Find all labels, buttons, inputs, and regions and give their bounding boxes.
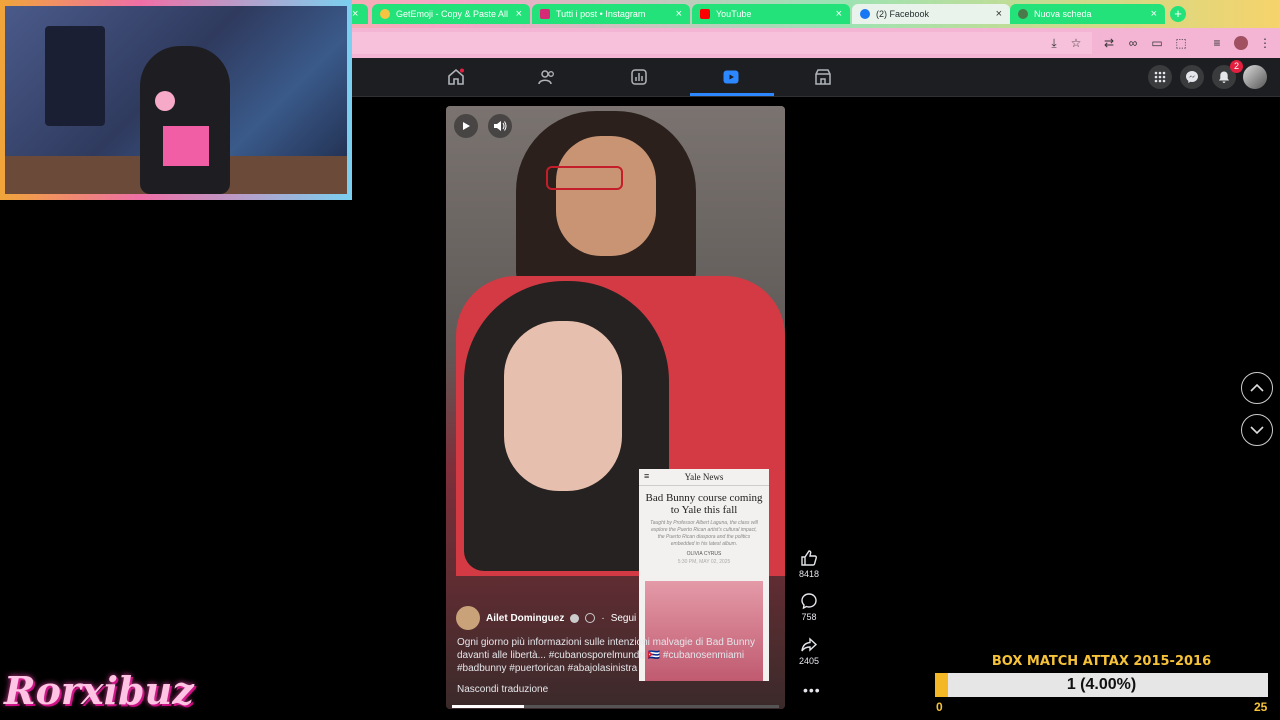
author-separator: · (601, 612, 605, 624)
more-options-icon[interactable]: ••• (803, 682, 821, 698)
reel-video[interactable]: ≡ Yale News Bad Bunny course coming to Y… (446, 106, 785, 709)
tab-facebook[interactable]: (2) Facebook × (852, 4, 1010, 24)
link-icon[interactable]: ∞ (1126, 36, 1140, 50)
youtube-favicon-icon (700, 9, 710, 19)
extension-icon[interactable]: ⬚ (1174, 36, 1188, 50)
tab-youtube[interactable]: YouTube × (692, 4, 850, 24)
news-masthead: Yale News (639, 469, 769, 486)
author-avatar[interactable] (456, 606, 480, 630)
tab-close-icon[interactable]: × (836, 8, 842, 20)
friends-icon[interactable] (538, 68, 556, 86)
chevron-down-icon (1250, 426, 1264, 435)
media-controls-icon[interactable]: ≡ (1210, 36, 1224, 50)
box-tracker-label: 1 (4.00%) (1066, 676, 1137, 693)
video-progress-bar[interactable] (452, 705, 779, 708)
author-name[interactable]: Ailet Dominguez (486, 613, 564, 624)
tab-getemoji[interactable]: GetEmoji - Copy & Paste All × (372, 4, 530, 24)
wall-poster (45, 26, 105, 126)
tab-label: GetEmoji - Copy & Paste All (396, 9, 509, 19)
profile-avatar[interactable] (1234, 36, 1248, 50)
grid-icon (1154, 71, 1166, 83)
tab-label: Nuova scheda (1034, 9, 1092, 19)
tab-label: Tutti i post • Instagram (556, 9, 646, 19)
active-tab-indicator (690, 93, 774, 96)
translate-icon[interactable]: ⇄ (1102, 36, 1116, 50)
news-date: 5:30 PM, MAY 02, 2025 (677, 559, 731, 565)
comment-button[interactable]: 758 (792, 592, 826, 622)
reel-caption: Ogni giorno più informazioni sulle inten… (457, 637, 755, 674)
facebook-favicon-icon (860, 9, 870, 19)
account-avatar[interactable] (1243, 65, 1267, 89)
bookmark-star-icon[interactable]: ☆ (1069, 36, 1083, 50)
next-reel-button[interactable] (1241, 414, 1273, 446)
person-face (556, 136, 656, 256)
box-tracker-min: 0 (936, 700, 943, 714)
video-progress-fill (452, 705, 524, 708)
apps-menu-button[interactable] (1148, 65, 1172, 89)
thumbs-up-icon (801, 550, 817, 566)
glasses-icon (546, 166, 623, 190)
install-icon[interactable]: ⤓ (1047, 36, 1061, 50)
box-tracker-max: 25 (1254, 700, 1268, 714)
webcam-overlay-frame (0, 0, 352, 200)
comment-icon (801, 593, 817, 610)
box-tracker-bar: 1 (4.00%) (935, 673, 1268, 697)
tab-close-icon[interactable]: × (996, 8, 1002, 20)
share-icon (801, 637, 818, 652)
volume-button[interactable] (488, 114, 512, 138)
webcam-video (5, 6, 347, 194)
play-icon (463, 122, 470, 130)
comment-count: 758 (801, 612, 817, 622)
news-author: OLIVIA CYRUS (686, 551, 722, 557)
emoji-favicon-icon (380, 9, 390, 19)
previous-reel-button[interactable] (1241, 372, 1273, 404)
home-icon[interactable] (447, 68, 465, 86)
messenger-icon (1186, 71, 1198, 83)
speaker-icon (494, 121, 507, 131)
like-button[interactable]: 8418 (792, 549, 826, 579)
streamer (140, 46, 230, 194)
globe-favicon-icon (1018, 9, 1028, 19)
reader-icon[interactable]: ▭ (1150, 36, 1164, 50)
box-tracker-title: BOX MATCH ATTAX 2015-2016 (991, 654, 1212, 669)
chevron-up-icon (1250, 383, 1264, 392)
tab-close-icon[interactable]: × (516, 8, 522, 20)
tab-label: YouTube (716, 9, 752, 19)
marketplace-icon[interactable] (814, 68, 832, 86)
tab-close-icon[interactable]: × (1151, 8, 1157, 20)
reel-author-row: Ailet Dominguez · Segui (456, 606, 636, 630)
instagram-favicon-icon (540, 9, 550, 19)
notification-count-badge: 2 (1230, 60, 1243, 73)
address-bar-row: ⤓ ☆ ⇄ ∞ ▭ ⬚ ≡ ⋮ (352, 28, 1280, 58)
tab-new-tab[interactable]: Nuova scheda × (1010, 4, 1165, 24)
share-count: 2405 (798, 656, 820, 666)
verified-icon (570, 613, 580, 623)
hide-translation-link[interactable]: Nascondi traduzione (457, 684, 548, 695)
video-icon[interactable] (722, 68, 740, 86)
hamburger-menu-icon: ≡ (644, 471, 650, 481)
like-count: 8418 (798, 569, 820, 579)
dashboard-icon[interactable] (630, 68, 648, 86)
microphone-icon (155, 91, 175, 111)
streamer-shirt (163, 126, 209, 166)
share-button[interactable]: 2405 (792, 636, 826, 666)
play-button[interactable] (454, 114, 478, 138)
tab-label: (2) Facebook (876, 9, 930, 19)
follow-link[interactable]: Segui (611, 613, 637, 624)
globe-icon (585, 613, 596, 623)
greenscreen-face (504, 321, 622, 491)
omnibox[interactable] (352, 32, 1092, 54)
news-dek: Taught by Professor Albert Laguna, the c… (650, 520, 758, 547)
tab-instagram[interactable]: Tutti i post • Instagram × (532, 4, 690, 24)
streamer-brand-logo: Rorxibuz (4, 668, 194, 713)
menu-kebab-icon[interactable]: ⋮ (1258, 36, 1272, 50)
messenger-button[interactable] (1180, 65, 1204, 89)
news-headline: Bad Bunny course coming to Yale this fal… (645, 492, 763, 516)
facebook-top-nav (352, 58, 1280, 97)
new-tab-button[interactable]: + (1170, 6, 1186, 22)
tab-close-icon[interactable]: × (676, 8, 682, 20)
bell-icon (1219, 71, 1229, 83)
